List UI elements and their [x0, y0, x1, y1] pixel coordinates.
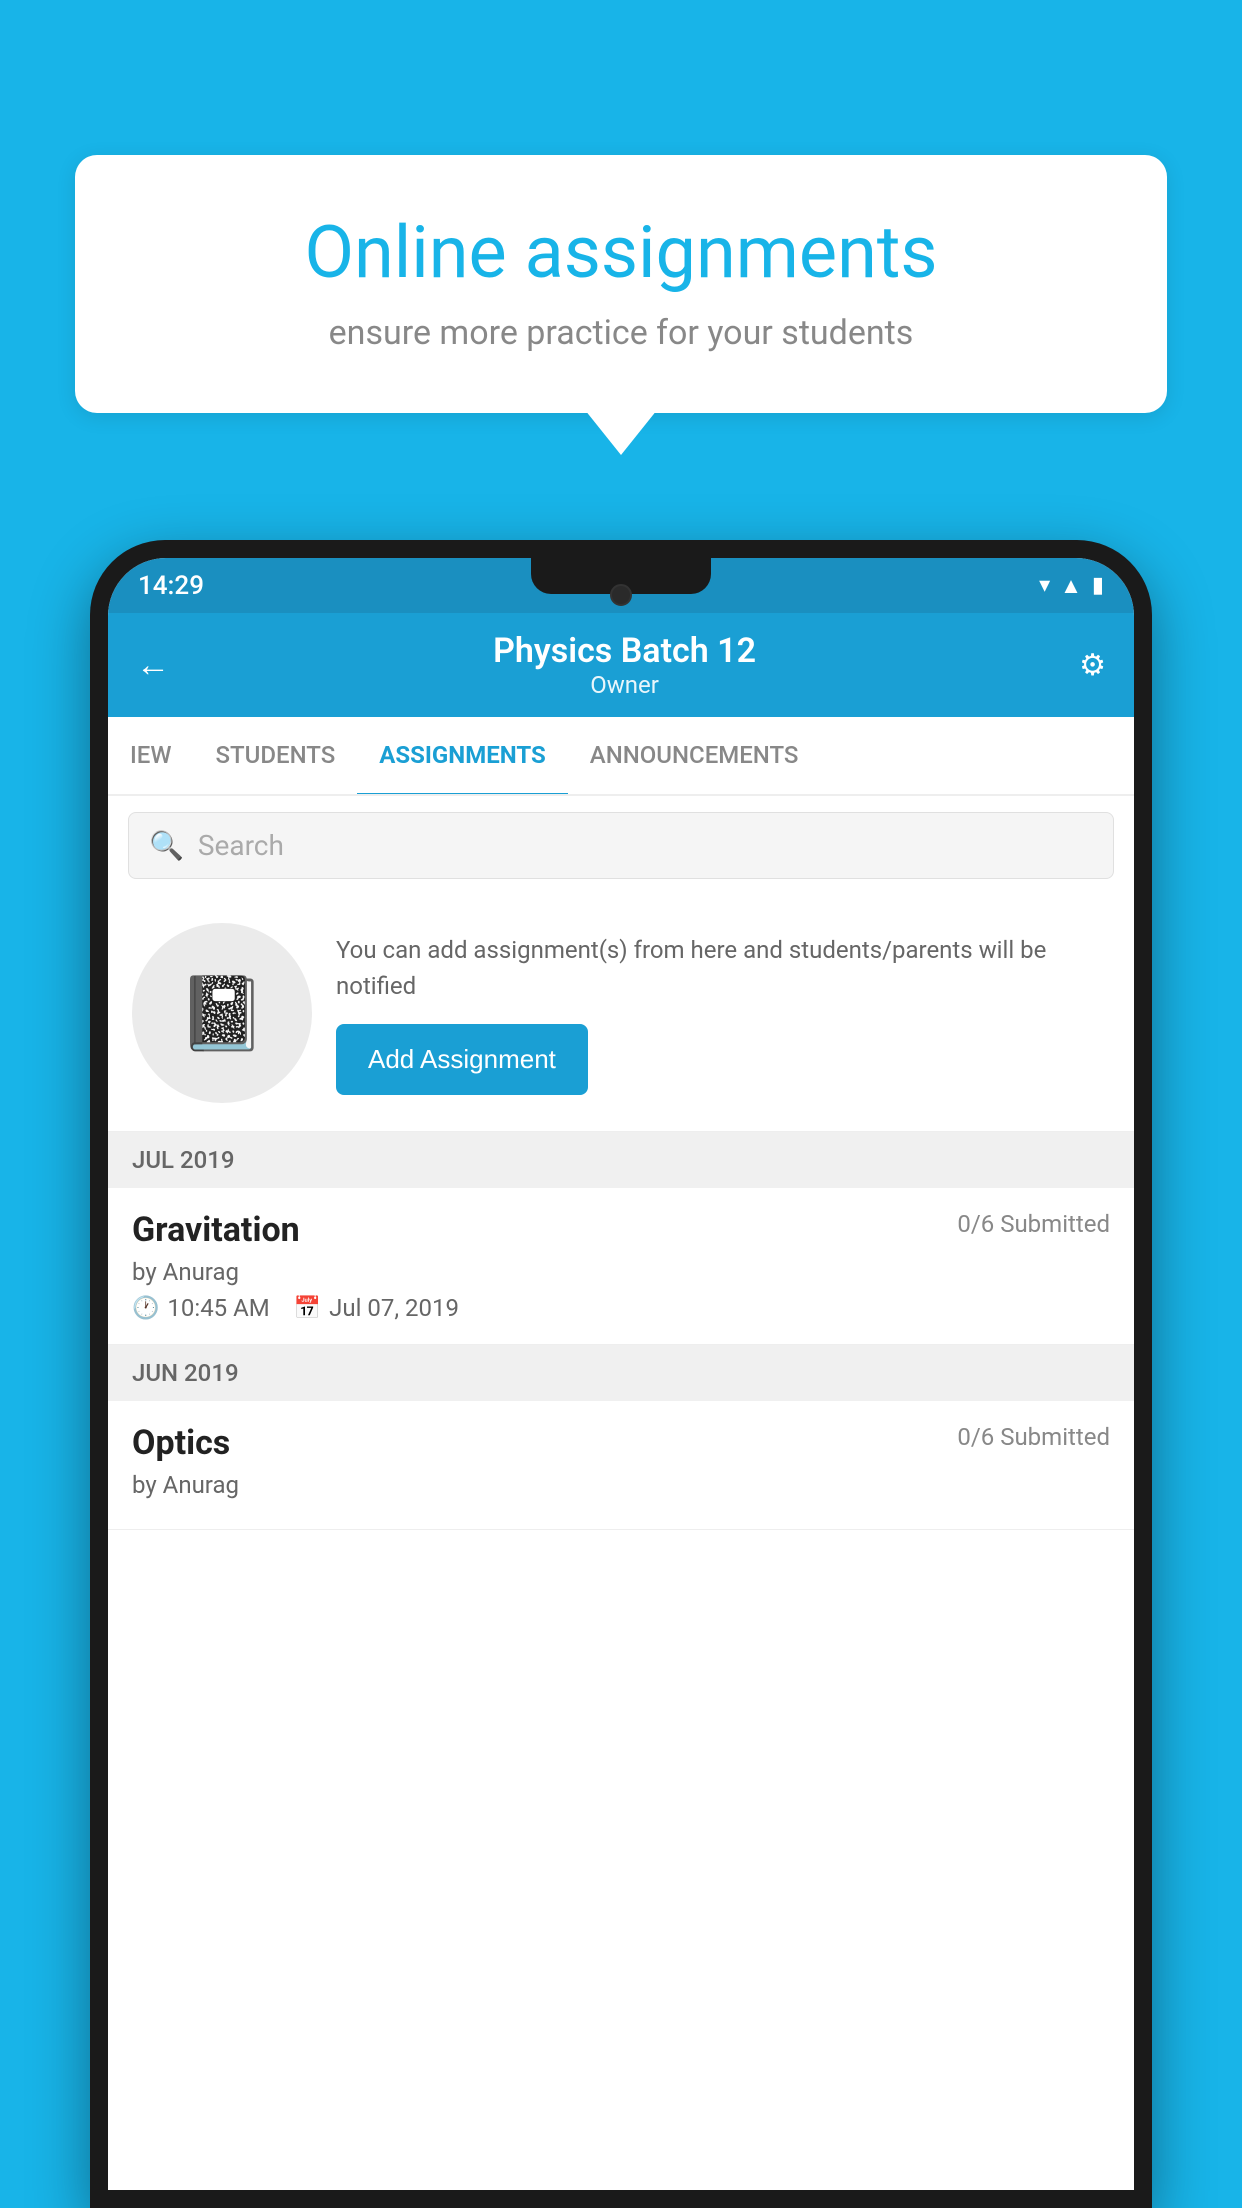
- speech-bubble-container: Online assignments ensure more practice …: [75, 155, 1167, 413]
- section-header-jun-label: JUN 2019: [132, 1359, 239, 1387]
- tab-announcements[interactable]: ANNOUNCEMENTS: [568, 717, 821, 794]
- wifi-icon: ▾: [1039, 573, 1050, 598]
- settings-button[interactable]: ⚙: [1079, 648, 1106, 683]
- calendar-icon-gravitation: 📅: [294, 1296, 321, 1321]
- assignment-by-optics: by Anurag: [132, 1471, 1110, 1499]
- tab-iew[interactable]: IEW: [108, 717, 193, 794]
- promo-icon-circle: 📓: [132, 923, 312, 1103]
- app-bar-title: Physics Batch 12: [493, 631, 756, 671]
- search-icon: 🔍: [149, 829, 184, 862]
- status-time: 14:29: [138, 571, 204, 601]
- section-header-jun: JUN 2019: [108, 1345, 1134, 1401]
- speech-bubble-title: Online assignments: [140, 210, 1102, 295]
- assignment-time-value-gravitation: 10:45 AM: [167, 1294, 269, 1322]
- assignment-by-gravitation: by Anurag: [132, 1258, 1110, 1286]
- search-placeholder: Search: [198, 829, 284, 862]
- signal-icon: ▲: [1060, 573, 1082, 599]
- back-button[interactable]: ←: [136, 645, 170, 685]
- assignment-date-gravitation: 📅 Jul 07, 2019: [294, 1294, 459, 1322]
- app-bar-center: Physics Batch 12 Owner: [493, 631, 756, 699]
- assignment-top-gravitation: Gravitation 0/6 Submitted: [132, 1210, 1110, 1250]
- tab-assignments[interactable]: ASSIGNMENTS: [357, 717, 568, 796]
- promo-section: 📓 You can add assignment(s) from here an…: [108, 895, 1134, 1132]
- assignment-item-optics[interactable]: Optics 0/6 Submitted by Anurag: [108, 1401, 1134, 1530]
- search-bar[interactable]: 🔍 Search: [128, 812, 1114, 879]
- add-assignment-button[interactable]: Add Assignment: [336, 1024, 588, 1095]
- search-bar-container: 🔍 Search: [108, 796, 1134, 895]
- phone-camera: [610, 584, 632, 606]
- notebook-icon: 📓: [177, 971, 267, 1056]
- promo-text: You can add assignment(s) from here and …: [336, 932, 1110, 1004]
- tabs-bar: IEW STUDENTS ASSIGNMENTS ANNOUNCEMENTS: [108, 717, 1134, 796]
- assignment-name-optics: Optics: [132, 1423, 230, 1463]
- clock-icon-gravitation: 🕐: [132, 1296, 159, 1321]
- assignment-submitted-optics: 0/6 Submitted: [957, 1423, 1110, 1451]
- phone-screen: 14:29 ▾ ▲ ▮ ← Physics Batch 12 Owner ⚙ I…: [108, 558, 1134, 2190]
- assignment-meta-gravitation: 🕐 10:45 AM 📅 Jul 07, 2019: [132, 1294, 1110, 1322]
- assignment-name-gravitation: Gravitation: [132, 1210, 300, 1250]
- phone-notch: [531, 558, 711, 594]
- assignment-item-gravitation[interactable]: Gravitation 0/6 Submitted by Anurag 🕐 10…: [108, 1188, 1134, 1345]
- speech-bubble-subtitle: ensure more practice for your students: [140, 313, 1102, 353]
- app-bar: ← Physics Batch 12 Owner ⚙: [108, 613, 1134, 717]
- app-bar-subtitle: Owner: [493, 671, 756, 699]
- assignment-top-optics: Optics 0/6 Submitted: [132, 1423, 1110, 1463]
- speech-bubble: Online assignments ensure more practice …: [75, 155, 1167, 413]
- assignment-date-value-gravitation: Jul 07, 2019: [329, 1294, 459, 1322]
- status-icons: ▾ ▲ ▮: [1039, 573, 1104, 599]
- phone-frame: 14:29 ▾ ▲ ▮ ← Physics Batch 12 Owner ⚙ I…: [90, 540, 1152, 2208]
- promo-content: You can add assignment(s) from here and …: [336, 932, 1110, 1095]
- battery-icon: ▮: [1092, 573, 1104, 598]
- assignment-time-gravitation: 🕐 10:45 AM: [132, 1294, 270, 1322]
- assignment-submitted-gravitation: 0/6 Submitted: [957, 1210, 1110, 1238]
- section-header-jul-label: JUL 2019: [132, 1146, 235, 1174]
- section-header-jul: JUL 2019: [108, 1132, 1134, 1188]
- tab-students[interactable]: STUDENTS: [193, 717, 357, 794]
